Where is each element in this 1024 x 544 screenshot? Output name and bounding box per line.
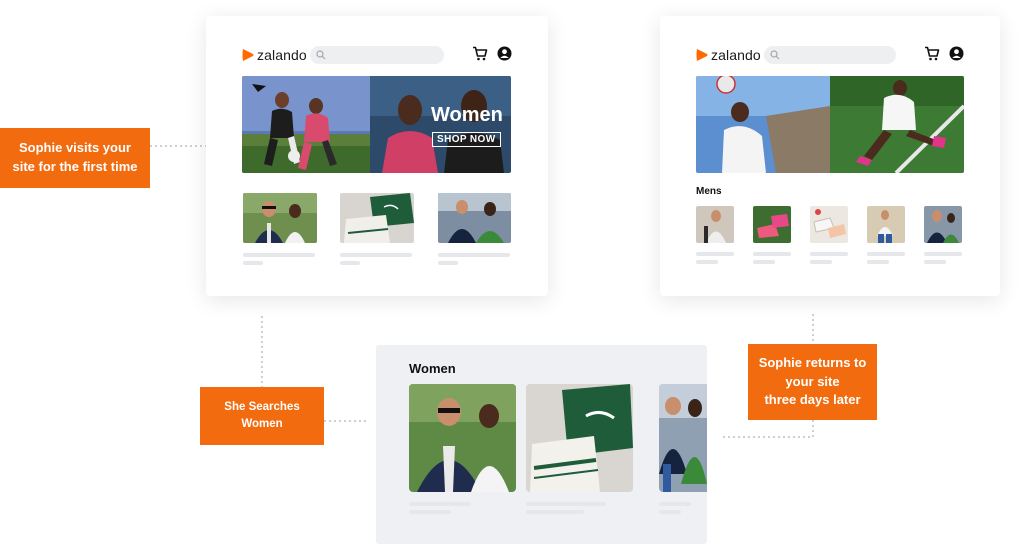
placeholder-line — [340, 261, 360, 265]
product-image — [696, 206, 734, 243]
account-icon[interactable] — [949, 46, 964, 61]
cart-icon[interactable] — [924, 46, 940, 61]
hero-banner-women[interactable]: Women SHOP NOW — [242, 76, 511, 173]
brand-name: zalando — [257, 47, 307, 63]
hero-title: Women — [431, 104, 503, 126]
brand-name: zalando — [711, 47, 761, 63]
product-thumb[interactable] — [696, 206, 734, 243]
product-image — [409, 384, 516, 492]
placeholder-line — [409, 502, 471, 506]
search-input[interactable] — [764, 46, 896, 64]
shop-now-button[interactable]: SHOP NOW — [432, 132, 501, 147]
placeholder-line — [924, 252, 962, 256]
product-thumb[interactable] — [243, 193, 317, 243]
placeholder-line — [753, 252, 791, 256]
product-image — [753, 206, 791, 243]
placeholder-line — [243, 261, 263, 265]
zalando-logo-mark — [242, 49, 254, 61]
product-image — [924, 206, 962, 243]
top-bar: zalando — [242, 46, 512, 66]
placeholder-line — [526, 510, 584, 514]
callout-search-text: She Searches Women — [224, 401, 300, 430]
placeholder-line — [924, 260, 946, 264]
callout-return-visit-text: Sophie returns to your site three days l… — [758, 354, 867, 408]
placeholder-line — [867, 252, 905, 256]
placeholder-line — [409, 510, 451, 514]
product-thumb[interactable] — [867, 206, 905, 243]
product-thumb[interactable] — [810, 206, 848, 243]
product-image — [243, 193, 317, 243]
results-title: Women — [409, 361, 456, 376]
placeholder-line — [753, 260, 775, 264]
top-bar: zalando — [696, 46, 964, 66]
product-thumb[interactable] — [753, 206, 791, 243]
placeholder-line — [810, 252, 848, 256]
search-input[interactable] — [310, 46, 444, 64]
hero-image — [696, 76, 964, 173]
product-thumb[interactable] — [340, 193, 414, 243]
search-icon — [770, 50, 780, 60]
callout-first-visit: Sophie visits your site for the first ti… — [0, 128, 150, 188]
placeholder-line — [243, 253, 315, 257]
zalando-logo-mark — [696, 49, 708, 61]
cart-icon[interactable] — [472, 46, 488, 61]
product-image — [659, 384, 707, 492]
search-icon — [316, 50, 326, 60]
placeholder-line — [340, 253, 412, 257]
account-icon[interactable] — [497, 46, 512, 61]
placeholder-line — [696, 260, 718, 264]
section-title-mens: Mens — [696, 186, 722, 197]
product-card-image[interactable] — [526, 384, 633, 492]
placeholder-line — [659, 502, 691, 506]
product-card-image[interactable] — [659, 384, 707, 492]
hero-banner-mens[interactable] — [696, 76, 964, 173]
callout-return-visit: Sophie returns to your site three days l… — [748, 344, 877, 420]
product-image — [526, 384, 633, 492]
zalando-logo[interactable]: zalando — [242, 47, 307, 63]
placeholder-line — [438, 261, 458, 265]
placeholder-line — [526, 502, 606, 506]
product-image — [867, 206, 905, 243]
product-image — [810, 206, 848, 243]
product-thumb[interactable] — [438, 193, 511, 243]
first-visit-screen: zalando Women SHOP NOW — [206, 16, 548, 296]
zalando-logo[interactable]: zalando — [696, 47, 761, 63]
placeholder-line — [696, 252, 734, 256]
return-visit-screen: zalando Mens — [660, 16, 1000, 296]
callout-search: She Searches Women — [200, 387, 324, 445]
product-image — [438, 193, 511, 243]
placeholder-line — [438, 253, 510, 257]
search-results-panel: Women — [376, 345, 707, 544]
placeholder-line — [867, 260, 889, 264]
placeholder-line — [810, 260, 832, 264]
product-card-image[interactable] — [409, 384, 516, 492]
placeholder-line — [659, 510, 681, 514]
callout-first-visit-text: Sophie visits your site for the first ti… — [12, 140, 138, 174]
product-image — [340, 193, 414, 243]
product-thumb[interactable] — [924, 206, 962, 243]
